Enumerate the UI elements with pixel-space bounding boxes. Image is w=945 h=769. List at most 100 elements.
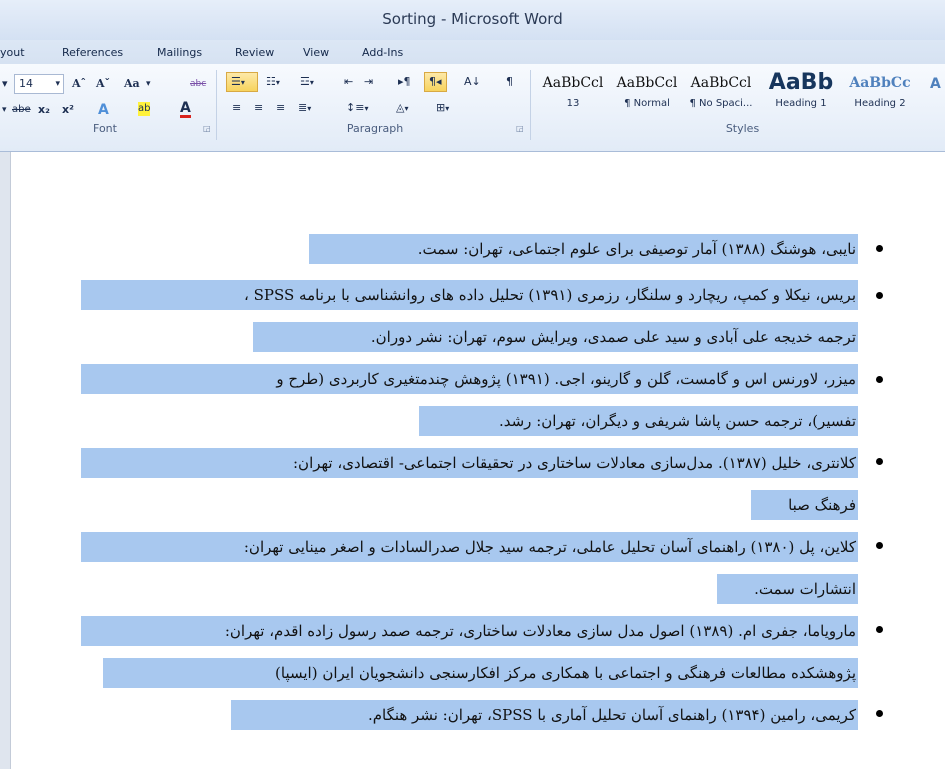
font-dialog-launcher-icon[interactable]: ◲ [203,124,211,133]
style-gallery-more[interactable]: A [930,74,941,94]
style-name: ¶ No Spaci... [689,98,753,109]
style-sample: AaBbCcl [690,75,752,91]
line-text: کریمی، رامین (۱۳۹۴) راهنمای آسان تحلیل آ… [367,706,856,724]
list-item-line[interactable]: پژوهشکده مطالعات فرهنگی و اجتماعی با همک… [11,658,858,688]
title-bar: Sorting - Microsoft Word [0,0,945,40]
grow-font-button[interactable]: Aˆ [72,74,86,94]
tab-view[interactable]: View [303,46,329,59]
bullets-button[interactable]: ☰▾ [226,72,258,92]
bullet-icon [876,376,883,383]
list-item-line[interactable]: انتشارات سمت. [11,574,858,604]
increase-indent-button[interactable]: ⇥ [360,72,377,92]
right-to-left-button[interactable]: ¶◂ [424,72,447,92]
superscript-button[interactable]: x² [62,100,74,120]
line-text: تفسیر)، ترجمه حسن پاشا شریفی و دیگران، ت… [498,412,856,430]
list-item-line[interactable]: کلانتری، خلیل (۱۳۸۷). مدل‌سازی معادلات س… [11,448,858,478]
style-13[interactable]: AaBbCcl 13 [538,68,608,120]
font-size-select[interactable]: 14 ▾ [14,74,64,94]
sort-button[interactable]: A↓ [460,72,485,92]
chevron-down-icon: ▾ [275,78,280,87]
list-item-line[interactable]: تفسیر)، ترجمه حسن پاشا شریفی و دیگران، ت… [11,406,858,436]
style-normal[interactable]: AaBbCcl ¶ Normal [612,68,682,120]
clear-formatting-button[interactable]: abc [190,74,206,94]
line-text: فرهنگ صبا [788,496,856,514]
list-item-line[interactable]: مارویاما، جفری ام. (۱۳۸۹) اصول مدل سازی … [11,616,858,646]
chevron-down-icon: ▾ [404,104,409,113]
chevron-down-icon: ▾ [2,105,7,115]
numbering-button[interactable]: ☷▾ [262,72,284,92]
bullet-icon [876,458,883,465]
list-item-line[interactable]: نایبی، هوشنگ (۱۳۸۸) آمار توصیفی برای علو… [11,234,858,264]
text-effects-button[interactable]: A [98,100,109,120]
chevron-down-icon: ▾ [146,79,151,89]
justify-icon: ≣ [298,101,308,114]
style-name: 13 [566,98,580,109]
chevron-down-icon: ▾ [55,79,60,89]
line-spacing-button[interactable]: ↕≡▾ [342,98,372,118]
font-size-value: 14 [19,77,33,90]
styles-group-label: Styles [725,122,760,135]
decrease-indent-button[interactable]: ⇤ [340,72,357,92]
tab-layout[interactable]: yout [0,46,25,59]
change-case-button[interactable]: Aa [124,74,140,94]
align-center-icon: ≡ [254,101,264,114]
style-sample: AaBbCc [849,75,911,91]
font-group-label: Font [93,122,117,135]
style-heading-1[interactable]: AaBb Heading 1 [762,68,840,120]
sort-az-icon: A↓ [464,75,481,88]
document-page[interactable]: نایبی، هوشنگ (۱۳۸۸) آمار توصیفی برای علو… [10,152,945,769]
highlight-button[interactable]: ab [138,102,151,116]
line-text: انتشارات سمت. [754,580,856,598]
shading-button[interactable]: ◬▾ [392,98,412,118]
align-center-button[interactable]: ≡ [250,98,267,118]
style-sample: AaBb [768,70,834,95]
strikethrough-button[interactable]: abe [12,100,31,120]
chevron-down-icon: ▾ [309,78,314,87]
tab-references[interactable]: References [62,46,123,59]
align-right-button[interactable]: ≡ [272,98,289,118]
tab-mailings[interactable]: Mailings [157,46,202,59]
group-divider [216,70,217,140]
style-heading-2[interactable]: AaBbCc Heading 2 [842,68,918,120]
bullet-icon [876,245,883,252]
pilcrow-icon: ¶ [506,75,513,88]
left-to-right-button[interactable]: ▸¶ [394,72,415,92]
list-item-line[interactable]: میزر، لاورنس اس و گامست، گلن و گارینو، ا… [11,364,858,394]
font-dropdown-arrow[interactable]: ▾ [2,74,8,94]
align-right-icon: ≡ [276,101,286,114]
ltr-icon: ▸¶ [398,75,411,88]
paragraph-dialog-launcher-icon[interactable]: ◲ [516,124,524,133]
rtl-icon: ¶◂ [429,75,442,88]
multilevel-list-button[interactable]: ☲▾ [296,72,318,92]
chevron-down-icon: ▾ [364,104,369,113]
list-item-line[interactable]: ترجمه خدیجه علی آبادی و سید علی صمدی، وی… [11,322,858,352]
bullet-icon [876,626,883,633]
justify-button[interactable]: ≣▾ [294,98,315,118]
ribbon-tabs: yout References Mailings Review View Add… [0,40,945,64]
list-item-line[interactable]: فرهنگ صبا [11,490,858,520]
line-text: ترجمه خدیجه علی آبادی و سید علی صمدی، وی… [370,328,856,346]
align-left-button[interactable]: ≡ [228,98,245,118]
bullet-icon [876,542,883,549]
show-marks-button[interactable]: ¶ [502,72,517,92]
style-name: Heading 2 [854,98,906,109]
style-no-spacing[interactable]: AaBbCcl ¶ No Spaci... [686,68,756,120]
chevron-down-icon: ▾ [445,104,450,113]
tab-add-ins[interactable]: Add-Ins [362,46,403,59]
style-sample: AaBbCcl [616,75,678,91]
line-text: میزر، لاورنس اس و گامست، گلن و گارینو، ا… [276,370,856,388]
tab-review[interactable]: Review [235,46,274,59]
border-grid-icon: ⊞ [436,101,446,114]
group-divider [530,70,531,140]
list-item-line[interactable]: بریس، نیکلا و کمپ، ریچارد و سلنگار، رزمر… [11,280,858,310]
multilevel-list-icon: ☲ [300,75,310,88]
font-color-button[interactable]: A [180,100,191,118]
bullet-icon [876,292,883,299]
bullet-list-icon: ☰ [231,75,241,88]
shrink-font-button[interactable]: Aˇ [96,74,110,94]
list-item-line[interactable]: کلاین، پل (۱۳۸۰) راهنمای آسان تحلیل عامل… [11,532,858,562]
line-text: پژوهشکده مطالعات فرهنگی و اجتماعی با همک… [275,664,856,682]
borders-button[interactable]: ⊞▾ [432,98,453,118]
subscript-button[interactable]: x₂ [38,100,50,120]
list-item-line[interactable]: کریمی، رامین (۱۳۹۴) راهنمای آسان تحلیل آ… [11,700,858,730]
